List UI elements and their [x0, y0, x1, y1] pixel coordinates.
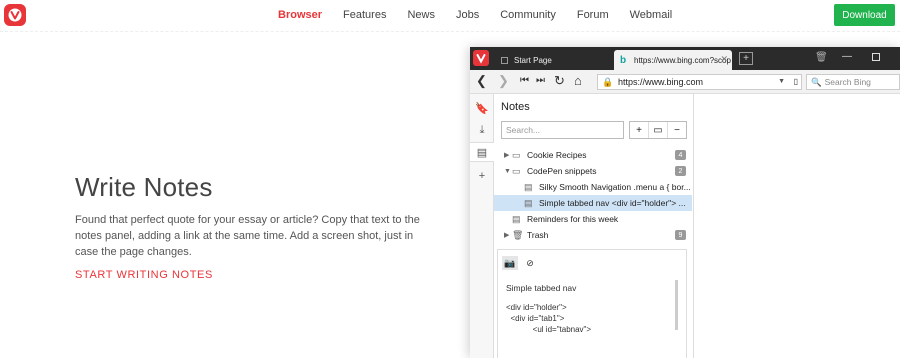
chevron-down-icon[interactable]: ▼: [504, 168, 512, 175]
editor-toolbar: 📷 ⊘: [502, 256, 538, 270]
trash-icon[interactable]: 🗑: [815, 52, 828, 63]
list-item-label: Silky Smooth Navigation .menu a { bor...: [539, 182, 691, 192]
chevron-down-icon[interactable]: ▼: [778, 78, 785, 85]
rewind-icon[interactable]: ⏮: [520, 75, 529, 86]
note-title: Simple tabbed nav: [506, 283, 577, 293]
chevron-right-icon[interactable]: ▶: [504, 151, 512, 159]
new-tab-button[interactable]: +: [739, 52, 753, 65]
note-icon: ▤: [512, 213, 521, 224]
list-item-label: Reminders for this week: [527, 214, 619, 224]
notes-panel-icon[interactable]: ▤: [470, 142, 494, 162]
chevron-right-icon[interactable]: ▶: [504, 231, 512, 239]
bookmarks-panel-icon[interactable]: 🔖: [470, 98, 494, 118]
url-input[interactable]: 🔒 https://www.bing.com ▼ ▯: [597, 74, 802, 90]
count-badge: 2: [675, 166, 686, 176]
search-icon: 🔍: [811, 76, 822, 87]
tab-bar: Start Page b https://www.bing.com?scop ✕…: [470, 47, 900, 70]
lock-icon: 🔒: [602, 77, 614, 87]
tab-label: Start Page: [514, 55, 552, 65]
site-header: Browser Features News Jobs Community For…: [0, 0, 900, 32]
forward-icon[interactable]: ❯: [498, 73, 509, 89]
grid-icon: [501, 56, 508, 64]
list-item-label: Simple tabbed nav <div id="holder"> ...: [539, 198, 686, 208]
new-folder-icon[interactable]: ▭: [649, 122, 668, 138]
back-icon[interactable]: ❮: [476, 73, 487, 89]
nav-link-features[interactable]: Features: [343, 9, 386, 21]
list-item[interactable]: ▼ ▭ CodePen snippets 2: [494, 163, 692, 179]
download-button[interactable]: Download: [834, 4, 895, 26]
vivaldi-menu-icon[interactable]: [473, 50, 489, 66]
page-title: Write Notes: [75, 172, 213, 202]
list-item[interactable]: ▤ Simple tabbed nav <div id="holder"> ..…: [494, 195, 692, 211]
minimize-icon[interactable]: —: [842, 51, 852, 62]
search-placeholder: Search Bing: [824, 77, 871, 87]
notes-toolbar: + ▭ −: [629, 121, 687, 139]
nav-link-news[interactable]: News: [407, 9, 435, 21]
address-bar: ❮ ❯ ⏮ ⏭ ↻ ⌂ 🔒 https://www.bing.com ▼ ▯ 🔍…: [470, 70, 900, 94]
bing-icon: b: [620, 55, 627, 66]
list-item[interactable]: ▶ 🗑 Trash 9: [494, 227, 692, 243]
search-input[interactable]: 🔍 Search Bing: [806, 74, 900, 90]
panel-strip: 🔖 ⤓ ▤ +: [470, 94, 494, 358]
count-badge: 4: [675, 150, 686, 160]
nav-link-forum[interactable]: Forum: [577, 9, 609, 21]
start-writing-notes-link[interactable]: START WRITING NOTES: [75, 269, 213, 281]
folder-open-icon: ▭: [512, 165, 521, 176]
vivaldi-logo-icon[interactable]: [4, 4, 26, 26]
count-badge: 9: [675, 230, 686, 240]
close-icon[interactable]: ✕: [720, 54, 728, 65]
nav-link-community[interactable]: Community: [500, 9, 556, 21]
hero-description: Found that perfect quote for your essay …: [75, 214, 420, 258]
trash-icon: 🗑: [512, 229, 524, 240]
list-item-label: Trash: [527, 230, 549, 240]
note-editor[interactable]: 📷 ⊘ Simple tabbed nav <div id="holder"> …: [497, 249, 687, 358]
list-item-label: CodePen snippets: [527, 166, 597, 176]
maximize-icon[interactable]: [872, 53, 880, 61]
list-item[interactable]: ▶ ▭ Cookie Recipes 4: [494, 147, 692, 163]
list-item[interactable]: ▤ Reminders for this week: [494, 211, 692, 227]
note-icon: ▤: [524, 181, 533, 192]
downloads-panel-icon[interactable]: ⤓: [470, 120, 494, 140]
list-item[interactable]: ▤ Silky Smooth Navigation .menu a { bor.…: [494, 179, 692, 195]
folder-icon: ▭: [512, 149, 521, 160]
editor-content[interactable]: Simple tabbed nav <div id="holder"> <div…: [506, 283, 676, 335]
home-icon[interactable]: ⌂: [574, 73, 582, 88]
notes-title: Notes: [501, 101, 530, 113]
delete-note-icon[interactable]: −: [668, 122, 686, 138]
camera-icon[interactable]: 📷: [502, 256, 518, 270]
browser-screenshot: Start Page b https://www.bing.com?scop ✕…: [470, 47, 900, 358]
main-nav: Browser Features News Jobs Community For…: [278, 9, 693, 21]
add-note-icon[interactable]: +: [630, 122, 649, 138]
fast-forward-icon[interactable]: ⏭: [536, 75, 545, 86]
add-panel-icon[interactable]: +: [470, 166, 494, 186]
list-item-label: Cookie Recipes: [527, 150, 587, 160]
tab-start-page[interactable]: Start Page: [495, 50, 613, 70]
reload-icon[interactable]: ↻: [554, 73, 565, 89]
tab-bing[interactable]: b https://www.bing.com?scop ✕: [614, 50, 732, 70]
note-code: <div id="holder"> <div id="tab1"> <ul id…: [506, 303, 592, 334]
url-text: https://www.bing.com: [618, 77, 704, 87]
scrollbar[interactable]: [675, 280, 678, 330]
notes-panel: Notes Search... + ▭ − ▶ ▭ Cookie Recipes…: [494, 94, 694, 358]
nav-link-jobs[interactable]: Jobs: [456, 9, 479, 21]
tab-label: https://www.bing.com?scop: [634, 55, 731, 65]
nav-link-webmail[interactable]: Webmail: [630, 9, 673, 21]
note-icon: ▤: [524, 197, 533, 208]
bookmark-icon[interactable]: ▯: [794, 77, 798, 86]
notes-search-input[interactable]: Search...: [501, 121, 624, 139]
nav-link-browser[interactable]: Browser: [278, 9, 322, 21]
link-icon[interactable]: ⊘: [522, 256, 538, 270]
